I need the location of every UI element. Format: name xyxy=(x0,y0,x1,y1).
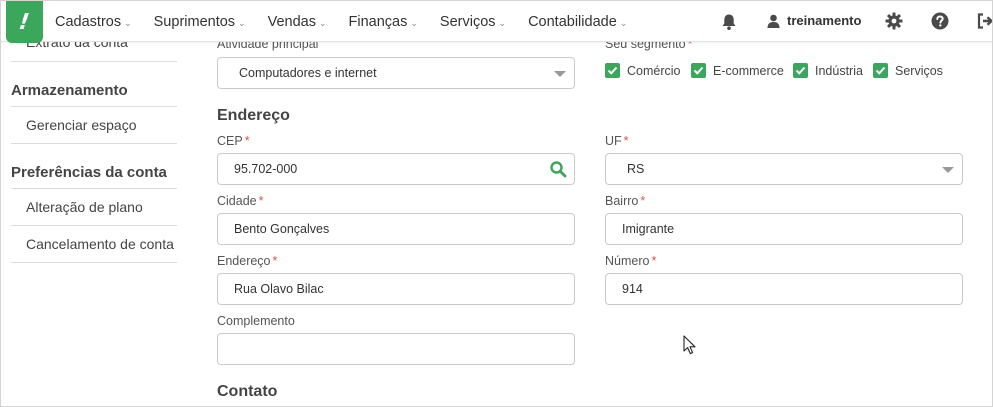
label-bairro: Bairro * xyxy=(605,194,646,208)
top-navbar: ! Cadastros ⌄ Suprimentos ⌄ Vendas ⌄ Finanç… xyxy=(1,1,992,43)
endereco-input[interactable]: Rua Olavo Bilac xyxy=(217,273,575,305)
atividade-select[interactable]: Computadores e internet xyxy=(217,57,575,89)
cidade-value: Bento Gonçalves xyxy=(234,222,330,236)
search-icon[interactable] xyxy=(549,160,567,181)
cep-input[interactable]: 95.702-000 xyxy=(217,153,575,185)
bairro-value: Imigrante xyxy=(622,222,675,236)
label-complemento: Complemento xyxy=(217,314,295,328)
checkbox-label: Comércio xyxy=(627,63,681,78)
checkbox-ecommerce[interactable]: E-commerce xyxy=(691,63,784,78)
checkbox-comercio[interactable]: Comércio xyxy=(605,63,681,78)
label-uf: UF * xyxy=(605,134,629,148)
sidebar-heading-armazenamento: Armazenamento xyxy=(11,82,128,99)
chevron-down-icon: ⌄ xyxy=(318,17,327,28)
numero-value: 914 xyxy=(622,282,643,296)
user-icon xyxy=(767,14,780,28)
label-numero: Número * xyxy=(605,254,657,268)
sidebar-item-cancelamento[interactable]: Cancelamento de conta xyxy=(11,236,177,252)
checkbox-label: Indústria xyxy=(815,63,863,78)
gear-icon[interactable] xyxy=(885,12,903,35)
sidebar-divider xyxy=(11,143,177,144)
checkbox-servicos[interactable]: Serviços xyxy=(873,63,943,78)
app-logo[interactable]: ! xyxy=(6,1,43,43)
numero-input[interactable]: 914 xyxy=(605,273,963,305)
mouse-cursor-icon xyxy=(683,335,697,360)
caret-down-icon xyxy=(554,71,566,77)
complemento-input[interactable] xyxy=(217,333,575,365)
menu-contabilidade[interactable]: Contabilidade ⌄ xyxy=(528,14,627,30)
chevron-down-icon: ⌄ xyxy=(498,17,507,28)
label-endereco: Endereço * xyxy=(217,254,278,268)
bairro-input[interactable]: Imigrante xyxy=(605,213,963,245)
label-cep: CEP * xyxy=(217,134,250,148)
help-icon[interactable] xyxy=(931,12,949,35)
sidebar-divider xyxy=(11,225,177,226)
chevron-down-icon: ⌄ xyxy=(619,17,628,28)
user-name: treinamento xyxy=(787,13,862,28)
menu-suprimentos[interactable]: Suprimentos ⌄ xyxy=(154,14,246,30)
sidebar-divider xyxy=(11,61,177,62)
chevron-down-icon: ⌄ xyxy=(410,17,418,28)
logout-icon[interactable] xyxy=(977,13,992,34)
uf-select[interactable]: RS xyxy=(605,153,963,185)
menu-financas[interactable]: Finanças ⌄ xyxy=(349,14,418,30)
menu-cadastros[interactable]: Cadastros ⌄ xyxy=(55,14,132,30)
main-menu: Cadastros ⌄ Suprimentos ⌄ Vendas ⌄ Finanças… xyxy=(55,1,649,42)
cep-value: 95.702-000 xyxy=(234,162,298,176)
checkbox-label: Serviços xyxy=(895,63,943,78)
menu-vendas[interactable]: Vendas ⌄ xyxy=(268,14,327,30)
sidebar-heading-preferencias: Preferências da conta xyxy=(11,164,167,181)
checkbox-label: E-commerce xyxy=(713,63,784,78)
bell-icon[interactable] xyxy=(721,13,737,31)
cidade-input[interactable]: Bento Gonçalves xyxy=(217,213,575,245)
endereco-value: Rua Olavo Bilac xyxy=(234,282,324,296)
sidebar-divider xyxy=(11,188,177,189)
app-window: Extrato da conta Armazenamento Gerenciar… xyxy=(0,0,993,407)
checkbox-checked-icon xyxy=(691,63,706,78)
menu-servicos[interactable]: Serviços ⌄ xyxy=(440,14,506,30)
section-endereco: Endereço xyxy=(217,107,290,124)
sidebar-item-alteracao-plano[interactable]: Alteração de plano xyxy=(11,199,177,215)
user-menu[interactable]: treinamento xyxy=(767,13,861,28)
form-panel: Atividade principal Computadores e inter… xyxy=(187,37,992,406)
caret-down-icon xyxy=(942,167,954,173)
checkbox-checked-icon xyxy=(605,63,620,78)
sidebar: Extrato da conta Armazenamento Gerenciar… xyxy=(1,34,187,406)
sidebar-divider xyxy=(11,262,177,263)
section-contato: Contato xyxy=(217,383,278,400)
checkbox-checked-icon xyxy=(793,63,808,78)
chevron-down-icon: ⌄ xyxy=(238,17,246,28)
chevron-down-icon: ⌄ xyxy=(124,17,132,28)
uf-value: RS xyxy=(627,162,645,176)
checkbox-industria[interactable]: Indústria xyxy=(793,63,863,78)
sidebar-divider xyxy=(11,106,177,107)
atividade-value: Computadores e internet xyxy=(239,66,377,80)
label-cidade: Cidade * xyxy=(217,194,264,208)
sidebar-item-gerenciar-espaco[interactable]: Gerenciar espaço xyxy=(11,117,177,133)
checkbox-checked-icon xyxy=(873,63,888,78)
